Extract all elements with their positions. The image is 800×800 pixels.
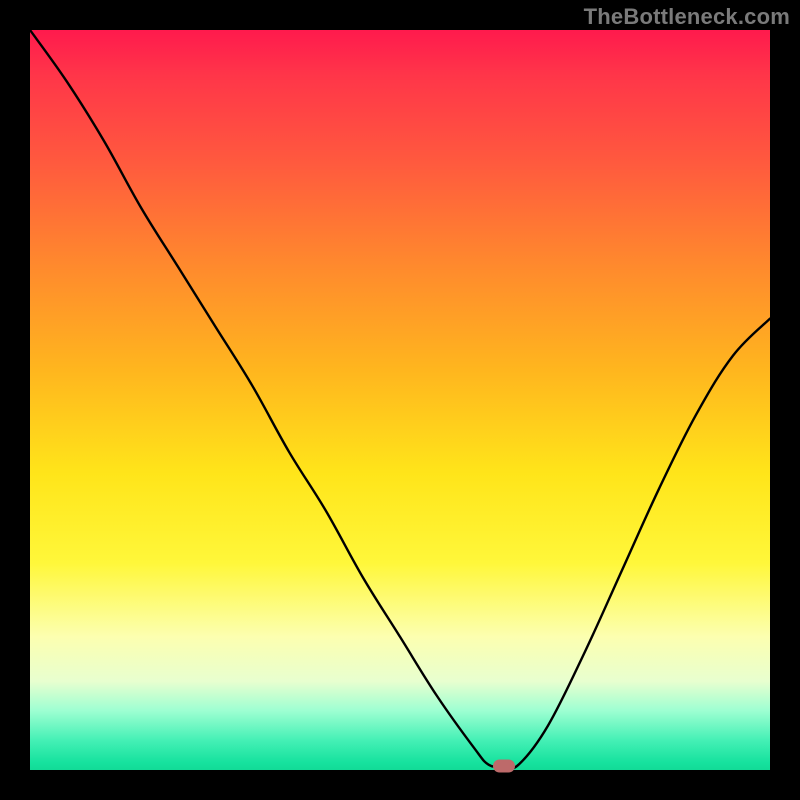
plot-area bbox=[30, 30, 770, 770]
watermark-text: TheBottleneck.com bbox=[584, 4, 790, 30]
optimal-marker bbox=[493, 760, 515, 773]
curve-svg bbox=[30, 30, 770, 770]
bottleneck-curve bbox=[30, 30, 770, 769]
chart-frame: TheBottleneck.com bbox=[0, 0, 800, 800]
